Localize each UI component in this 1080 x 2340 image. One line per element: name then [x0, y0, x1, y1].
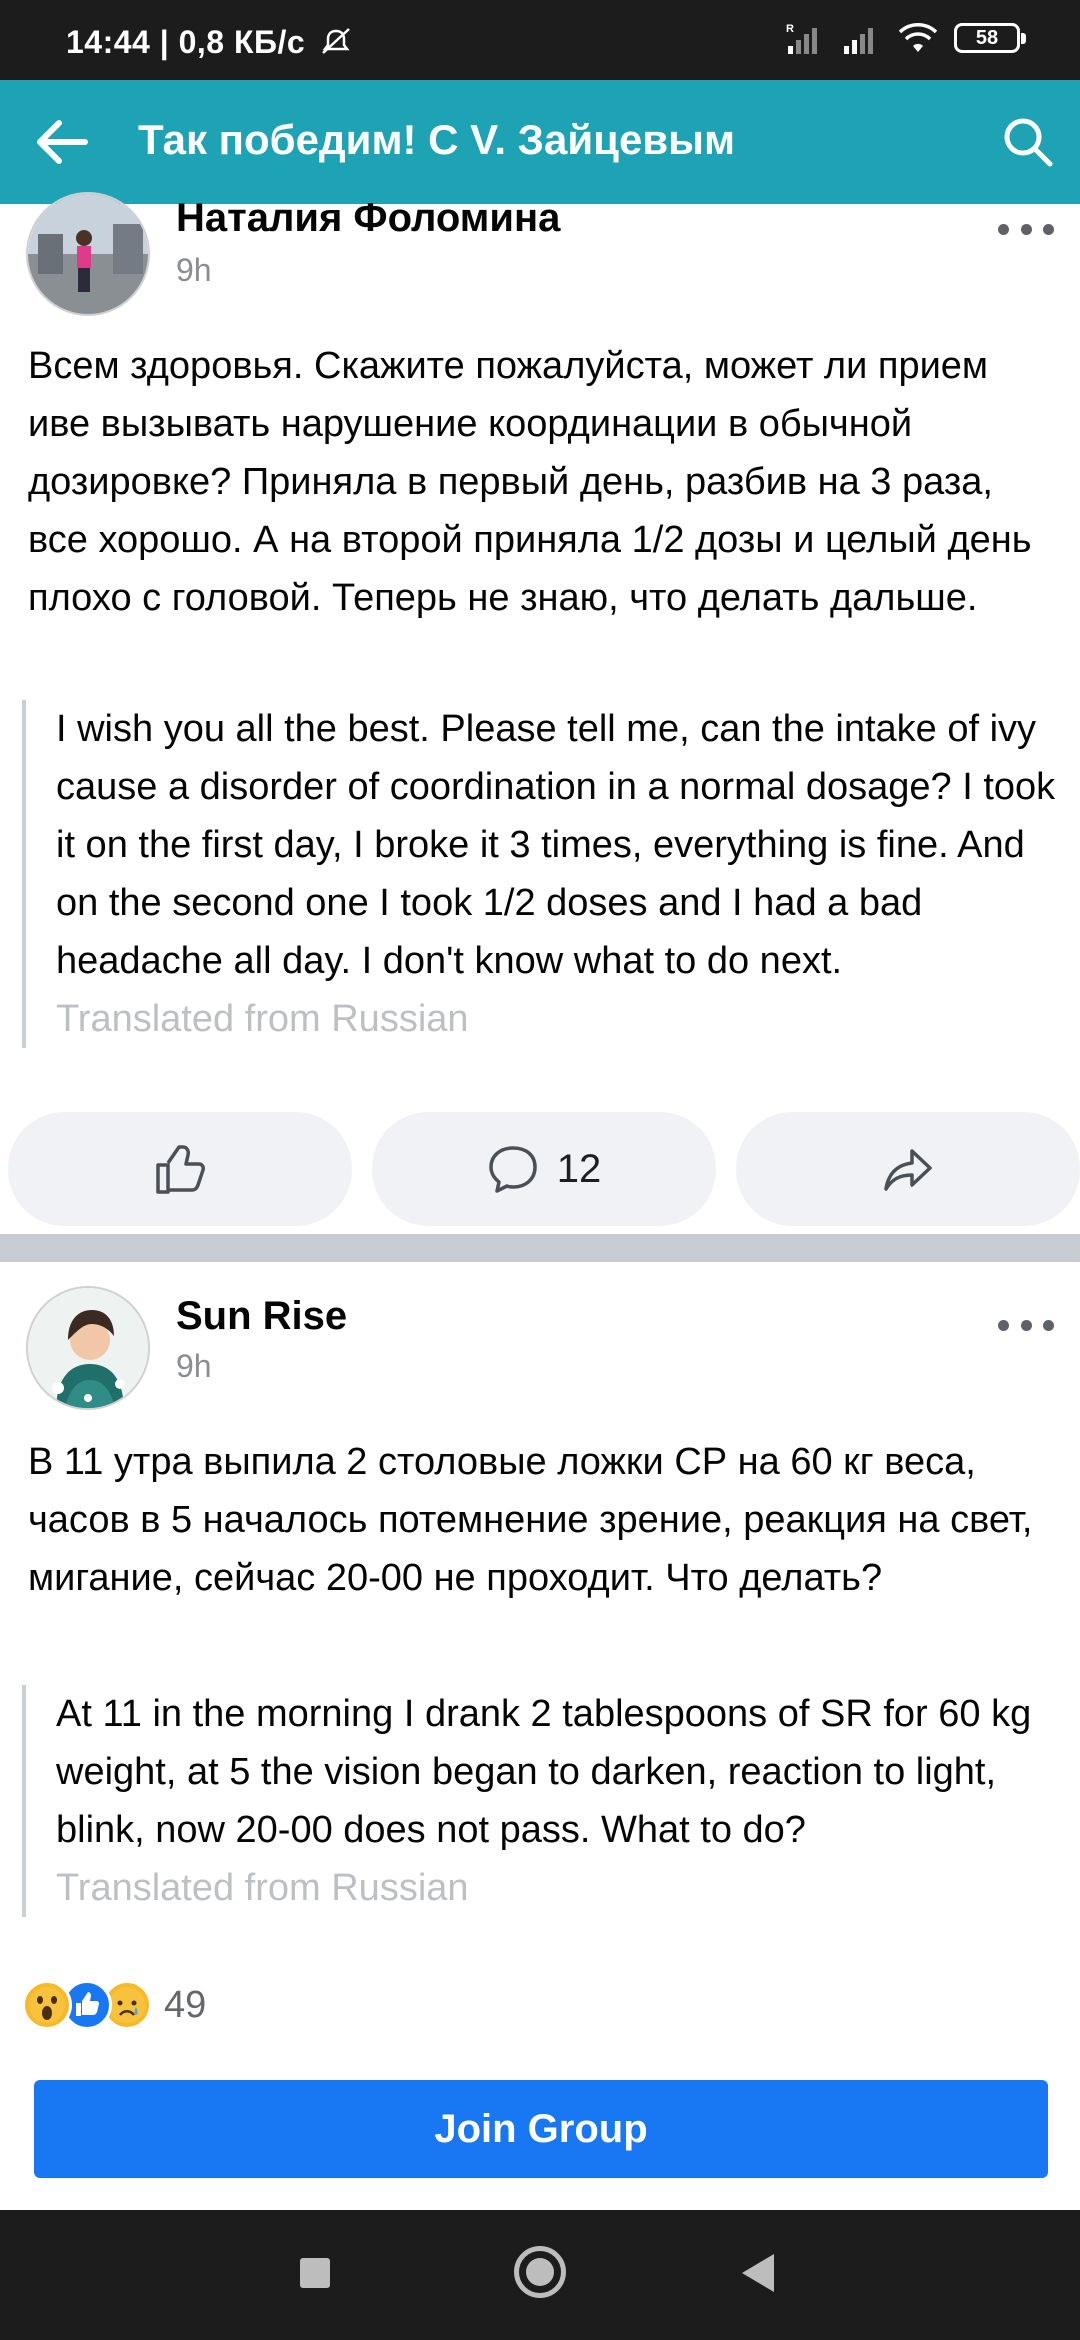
- dot: [1043, 1319, 1054, 1331]
- arrow-left-icon: [37, 120, 88, 164]
- battery-icon: 58: [954, 23, 1026, 53]
- join-group-button[interactable]: Join Group: [34, 2080, 1048, 2178]
- share-button[interactable]: [736, 1112, 1080, 1226]
- reaction-count: 49: [164, 1983, 207, 2026]
- share-icon: [884, 1149, 932, 1191]
- dot: [998, 223, 1009, 235]
- dot: [998, 1319, 1009, 1331]
- status-time: 14:44 | 0,8 КБ/с: [66, 24, 353, 61]
- more-options-button[interactable]: [998, 1310, 1054, 1340]
- avatar[interactable]: [26, 192, 150, 316]
- navigation-bar: [0, 2210, 1080, 2340]
- thumbs-up-icon: [156, 1145, 205, 1194]
- page-title: Так победим! С V. Зайцевым: [138, 116, 736, 163]
- mute-icon: [321, 28, 350, 54]
- like-button[interactable]: [8, 1112, 352, 1226]
- signal-icon: R: [786, 23, 817, 54]
- battery-level: 58: [975, 26, 999, 49]
- feed-divider: [0, 1234, 1080, 1262]
- wow-icon: [22, 1980, 72, 2030]
- reactions-summary[interactable]: 49: [22, 1979, 206, 2031]
- svg-text:R: R: [786, 23, 794, 35]
- status-icons: R 58: [784, 22, 1026, 54]
- translation-block: At 11 in the morning I drank 2 tablespoo…: [22, 1685, 1060, 1917]
- post: Наталия Фоломина 9h Всем здоровья. Скажи…: [0, 192, 1080, 1234]
- recents-button[interactable]: [300, 2258, 330, 2288]
- comment-button[interactable]: 12: [372, 1112, 716, 1226]
- app-bar: Так победим! С V. Зайцевым: [0, 80, 1080, 204]
- post-text: В 11 утра выпила 2 столовые ложки СР на …: [28, 1441, 1033, 1599]
- status-time-text: 14:44 | 0,8 КБ/с: [66, 24, 306, 60]
- wifi-icon: [898, 23, 938, 52]
- post-time[interactable]: 9h: [176, 252, 212, 289]
- translation-block: I wish you all the best. Please tell me,…: [22, 700, 1060, 1048]
- back-button[interactable]: [30, 110, 94, 174]
- home-button[interactable]: [514, 2246, 566, 2298]
- post-time[interactable]: 9h: [176, 1348, 212, 1385]
- post-text: Всем здоровья. Скажите пожалуйста, может…: [28, 345, 1032, 619]
- dot: [1020, 223, 1032, 235]
- post: Sun Rise 9h В 11 утра выпила 2 столовые …: [0, 1262, 1080, 2208]
- translation-text: At 11 in the morning I drank 2 tablespoo…: [56, 1693, 1032, 1851]
- status-bar: 14:44 | 0,8 КБ/с R 58: [0, 0, 1080, 80]
- search-icon: [1004, 118, 1053, 167]
- author-name[interactable]: Sun Rise: [176, 1294, 347, 1339]
- translation-text: I wish you all the best. Please tell me,…: [56, 708, 1056, 982]
- comment-icon: [489, 1146, 537, 1193]
- signal-icon: [844, 28, 873, 54]
- search-button[interactable]: [996, 110, 1060, 174]
- dot: [1020, 1319, 1032, 1331]
- translated-from-label[interactable]: Translated from Russian: [56, 990, 1060, 1048]
- translated-from-label[interactable]: Translated from Russian: [56, 1859, 1060, 1917]
- more-options-button[interactable]: [998, 214, 1054, 244]
- system-back-button[interactable]: [742, 2254, 774, 2292]
- author-name[interactable]: Наталия Фоломина: [176, 196, 560, 241]
- avatar[interactable]: [26, 1286, 150, 1410]
- post-actions: 12: [8, 1112, 1080, 1226]
- comment-count: 12: [556, 1146, 602, 1191]
- dot: [1043, 223, 1054, 235]
